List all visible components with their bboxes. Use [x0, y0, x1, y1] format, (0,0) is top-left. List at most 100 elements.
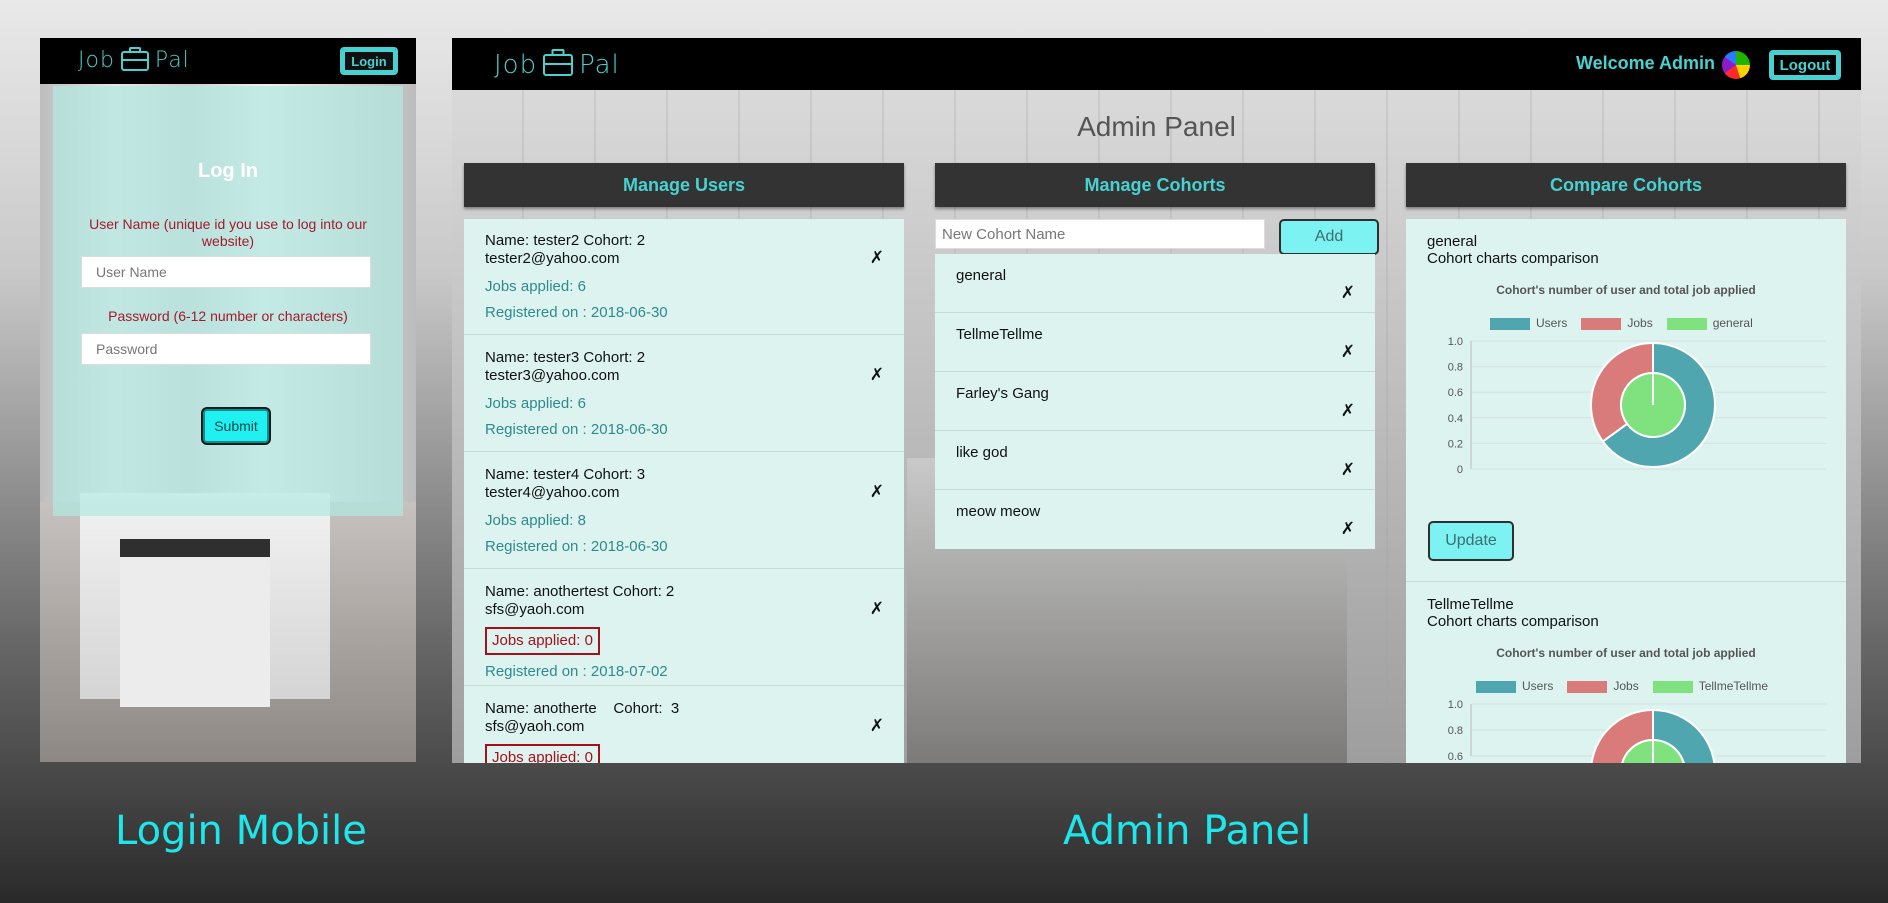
user-name: Name: tester4 Cohort: 3 — [485, 466, 646, 483]
delete-cohort-icon[interactable]: ✗ — [1341, 519, 1355, 539]
username-input[interactable]: User Name — [81, 256, 371, 288]
logout-button[interactable]: Logout — [1769, 50, 1841, 80]
logo-text-job: Job — [78, 48, 115, 73]
username-label: User Name (unique id you use to log into… — [89, 216, 367, 249]
y-tick-label: 0.6 — [1448, 387, 1463, 399]
cohort-donut-chart: 0 0.2 0.4 0.6 0.8 1.0 — [1448, 337, 1826, 476]
admin-panel-screen: Job Pal Welcome Admin Logout Admin Panel… — [452, 38, 1861, 763]
admin-logo[interactable]: Job Pal — [494, 50, 620, 80]
cohort-name: TellmeTellme — [956, 326, 1043, 343]
legend-label: general — [1712, 316, 1753, 330]
user-item: Name: tester3 Cohort: 2 tester3@yahoo.co… — [464, 336, 904, 452]
y-tick-label: 1.0 — [1448, 337, 1463, 348]
password-label: Password (6-12 number or characters) — [108, 308, 348, 324]
cohort-donut-chart: 0.6 0.8 1.0 — [1448, 700, 1826, 763]
logo-text-pal: Pal — [154, 48, 190, 73]
chart-title: Cohort's number of user and total job ap… — [1496, 283, 1756, 297]
user-email: tester3@yahoo.com — [485, 367, 620, 384]
legend-item-jobs: Jobs — [1567, 679, 1639, 693]
user-item: Name: anotherte Cohort: 3 sfs@yaoh.com J… — [464, 687, 904, 763]
y-tick-label: 0.6 — [1448, 751, 1463, 763]
y-tick-label: 0.4 — [1448, 413, 1463, 425]
legend-item-users: Users — [1490, 316, 1567, 330]
submit-button[interactable]: Submit — [203, 409, 269, 443]
y-tick-label: 1.0 — [1448, 700, 1463, 711]
cohort-item: general ✗ — [935, 254, 1375, 313]
compare-block-tellmetellme: TellmeTellme Cohort charts comparison Co… — [1406, 582, 1846, 763]
cohort-name: meow meow — [956, 503, 1041, 520]
user-registered: Registered on : 2018-07-02 — [485, 663, 668, 680]
user-jobs-applied-warning: Jobs applied: 0 — [485, 627, 600, 655]
update-button[interactable]: Update — [1428, 521, 1514, 561]
user-name: Name: anotherte Cohort: 3 — [485, 700, 680, 717]
legend-item-cohort: TellmeTellme — [1652, 679, 1769, 693]
manage-cohorts-header: Manage Cohorts — [935, 163, 1375, 207]
login-card: Log In User Name (unique id you use to l… — [53, 86, 403, 516]
delete-cohort-icon[interactable]: ✗ — [1341, 401, 1355, 421]
compare-block-general: general Cohort charts comparison Cohort'… — [1406, 219, 1846, 582]
chart-title: Cohort's number of user and total job ap… — [1496, 646, 1756, 660]
cohort-item: Farley's Gang ✗ — [935, 372, 1375, 431]
password-input[interactable]: Password — [81, 333, 371, 365]
user-jobs-applied: Jobs applied: 6 — [485, 278, 586, 295]
cohort-item: meow meow ✗ — [935, 490, 1375, 549]
user-email: tester2@yahoo.com — [485, 250, 620, 267]
user-registered: Registered on : 2018-06-30 — [485, 304, 668, 321]
new-cohort-input[interactable]: New Cohort Name — [935, 219, 1265, 249]
legend-swatch — [1581, 317, 1622, 330]
user-name: Name: tester3 Cohort: 2 — [485, 349, 646, 366]
avatar[interactable] — [1722, 51, 1750, 79]
y-tick-label: 0.8 — [1448, 725, 1463, 737]
delete-user-icon[interactable]: ✗ — [870, 366, 884, 384]
delete-user-icon[interactable]: ✗ — [870, 483, 884, 501]
cohorts-list: general ✗ TellmeTellme ✗ Farley's Gang ✗… — [935, 254, 1375, 549]
login-button[interactable]: Login — [340, 47, 398, 75]
y-tick-label: 0.2 — [1448, 438, 1463, 450]
compare-cohort-name: general — [1427, 233, 1478, 250]
compare-cohort-heading: TellmeTellme Cohort charts comparison — [1427, 596, 1599, 630]
legend-swatch — [1652, 680, 1693, 693]
user-jobs-applied-warning: Jobs applied: 0 — [485, 744, 600, 763]
mobile-navbar: Job Pal Login — [40, 38, 416, 84]
delete-user-icon[interactable]: ✗ — [870, 600, 884, 618]
delete-user-icon[interactable]: ✗ — [870, 717, 884, 735]
cohort-item: TellmeTellme ✗ — [935, 313, 1375, 372]
user-email: tester4@yahoo.com — [485, 484, 620, 501]
welcome-text: Welcome Admin — [1576, 53, 1716, 73]
delete-user-icon[interactable]: ✗ — [870, 249, 884, 267]
cohort-item: like god ✗ — [935, 431, 1375, 490]
delete-cohort-icon[interactable]: ✗ — [1341, 283, 1355, 303]
user-registered: Registered on : 2018-06-30 — [485, 538, 668, 555]
cohort-name: Farley's Gang — [956, 385, 1049, 402]
legend-swatch — [1490, 317, 1530, 330]
compare-cohort-name: TellmeTellme — [1427, 596, 1514, 613]
logo-text-pal: Pal — [579, 50, 620, 80]
legend-swatch — [1567, 680, 1608, 693]
legend-label: Jobs — [1627, 316, 1653, 330]
user-jobs-applied: Jobs applied: 8 — [485, 512, 586, 529]
user-email: sfs@yaoh.com — [485, 601, 585, 618]
desk-drawer — [120, 539, 270, 707]
add-cohort-button[interactable]: Add — [1279, 219, 1379, 255]
briefcase-icon — [543, 54, 574, 76]
user-registered: Registered on : 2018-06-30 — [485, 421, 668, 438]
legend-label: TellmeTellme — [1698, 679, 1769, 693]
users-list: Name: tester2 Cohort: 2 tester2@yahoo.co… — [464, 219, 904, 763]
compare-subtitle: Cohort charts comparison — [1427, 250, 1599, 267]
legend-swatch — [1666, 317, 1707, 330]
legend-swatch — [1476, 680, 1516, 693]
mobile-logo[interactable]: Job Pal — [78, 48, 190, 73]
legend-label: Users — [1522, 679, 1554, 693]
delete-cohort-icon[interactable]: ✗ — [1341, 460, 1355, 480]
delete-cohort-icon[interactable]: ✗ — [1341, 342, 1355, 362]
chart-legend: Users Jobs TellmeTellme — [1476, 679, 1768, 693]
legend-item-jobs: Jobs — [1581, 316, 1653, 330]
legend-item-users: Users — [1476, 679, 1553, 693]
compare-cohorts-header: Compare Cohorts — [1406, 163, 1846, 207]
user-name: Name: tester2 Cohort: 2 — [485, 232, 646, 249]
page-title: Admin Panel — [1077, 111, 1236, 142]
cohort-name: general — [956, 267, 1007, 284]
cohort-name: like god — [956, 444, 1008, 461]
user-jobs-applied: Jobs applied: 6 — [485, 395, 586, 412]
logo-text-job: Job — [494, 50, 538, 80]
